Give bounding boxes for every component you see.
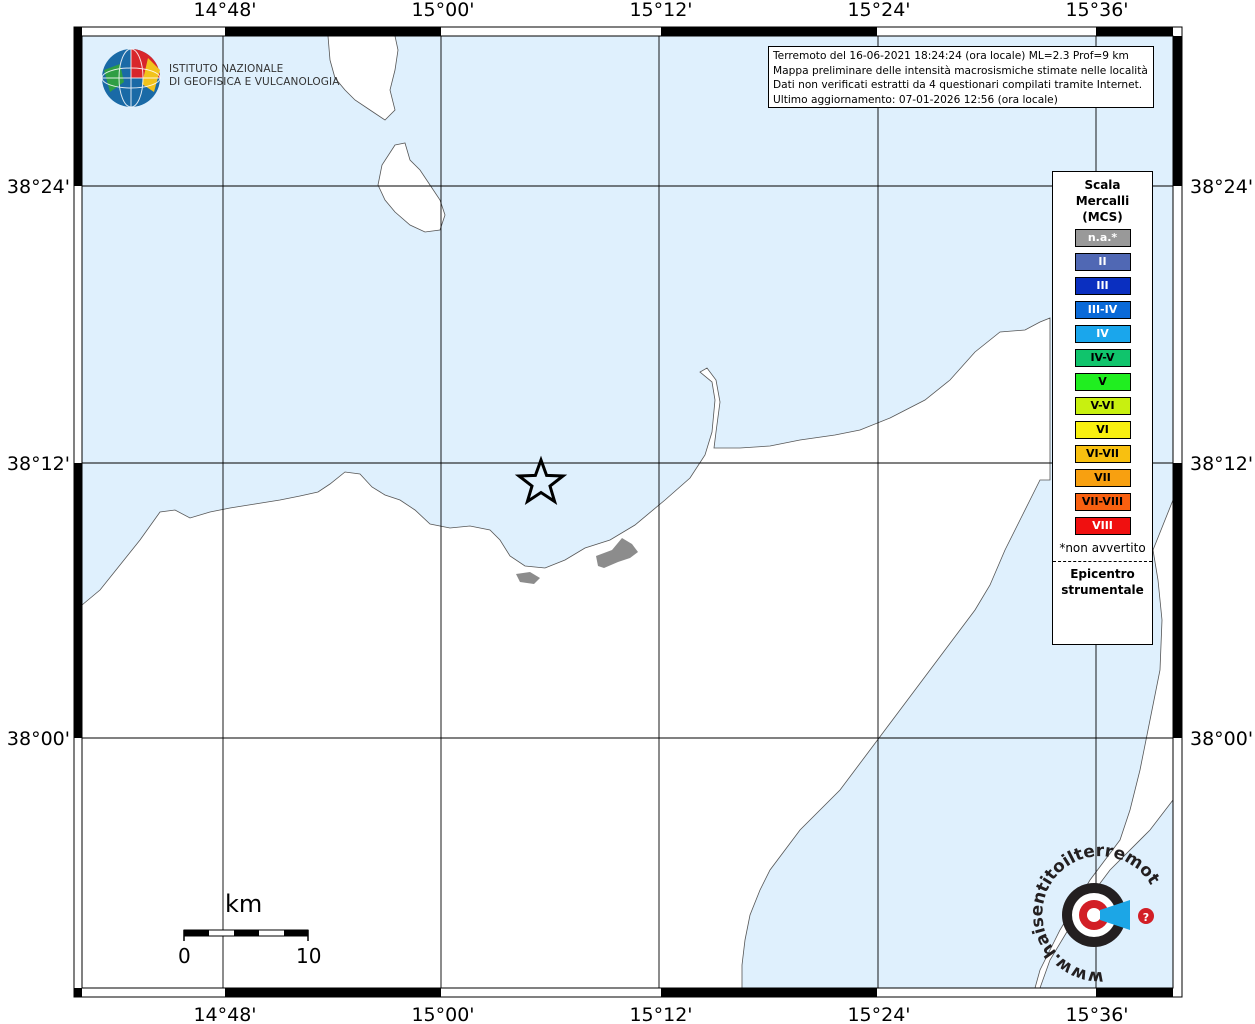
lat-ticks-right: 38°24' 38°12' 38°00' [1190,176,1253,750]
ingv-logo-icon [101,48,161,108]
scale-unit: km [225,890,263,918]
legend-swatch: III-IV [1074,301,1131,319]
legend-swatches: n.a.* II III III-IV IV IV-V V V-VI VI VI-VII VII VI… [1053,229,1152,535]
legend-epicenter-line: Epicentro [1070,567,1135,581]
tick-label: 14°48' [193,0,256,21]
tick-label: 15°00' [411,1004,474,1024]
tick-label: 15°36' [1065,0,1128,21]
info-line: Terremoto del 16-06-2021 18:24:24 (ora l… [773,50,1129,62]
tick-label: 38°12' [7,453,70,475]
legend-swatch: VII [1074,469,1131,487]
scale-start: 0 [178,944,191,968]
mcs-legend: Scala Mercalli (MCS) n.a.* II III III-IV IV I… [1052,171,1153,645]
event-info-box: Terremoto del 16-06-2021 18:24:24 (ora l… [768,46,1154,108]
legend-swatch: VI-VII [1074,445,1131,463]
tick-label: 38°00' [7,728,70,750]
legend-title-line: Mercalli [1075,194,1130,208]
legend-title-line: Scala [1084,178,1121,192]
tick-label: 15°12' [629,0,692,21]
legend-swatch: IV-V [1074,349,1131,367]
tick-label: 14°48' [193,1004,256,1024]
scale-end: 10 [296,944,322,968]
legend-swatch: VI [1074,421,1131,439]
tick-label: 38°24' [1190,176,1253,198]
lon-ticks-bottom: 14°48' 15°00' 15°12' 15°24' 15°36' [193,1004,1128,1024]
legend-note: *non avvertito [1059,541,1146,555]
lon-ticks-top: 14°48' 15°00' 15°12' 15°24' 15°36' [193,0,1128,21]
svg-text:?: ? [1143,911,1149,924]
tick-label: 38°24' [7,176,70,198]
tick-label: 15°12' [629,1004,692,1024]
ingv-logo-text: ISTITUTO NAZIONALE DI GEOFISICA E VULCAN… [169,63,340,89]
legend-epicenter-line: strumentale [1061,583,1144,597]
legend-swatch: VII-VIII [1074,493,1131,511]
info-line: Mappa preliminare delle intensità macros… [773,64,1148,77]
legend-swatch: II [1074,253,1131,271]
legend-swatch: V-VI [1074,397,1131,415]
tick-label: 38°00' [1190,728,1253,750]
lat-ticks-left: 38°24' 38°12' 38°00' [7,176,70,750]
tick-label: 38°12' [1190,453,1253,475]
legend-swatch: n.a.* [1074,229,1131,247]
legend-swatch: IV [1074,325,1131,343]
legend-divider [1053,561,1152,562]
legend-swatch: V [1074,373,1131,391]
legend-epicenter-label: Epicentro strumentale [1053,566,1152,598]
tick-label: 15°24' [847,1004,910,1024]
tick-label: 15°36' [1065,1004,1128,1024]
legend-title: Scala Mercalli (MCS) [1053,177,1152,225]
info-line: Ultimo aggiornamento: 07-01-2026 12:56 (… [773,93,1058,106]
legend-swatch: III [1074,277,1131,295]
info-line: Dati non verificati estratti da 4 questi… [773,79,1143,91]
tick-label: 15°24' [847,0,910,21]
tick-label: 15°00' [411,0,474,21]
legend-swatch: VIII [1074,517,1131,535]
logo-line: DI GEOFISICA E VULCANOLOGIA [169,76,340,88]
logo-line: ISTITUTO NAZIONALE [169,63,284,75]
legend-title-line: (MCS) [1082,210,1123,224]
